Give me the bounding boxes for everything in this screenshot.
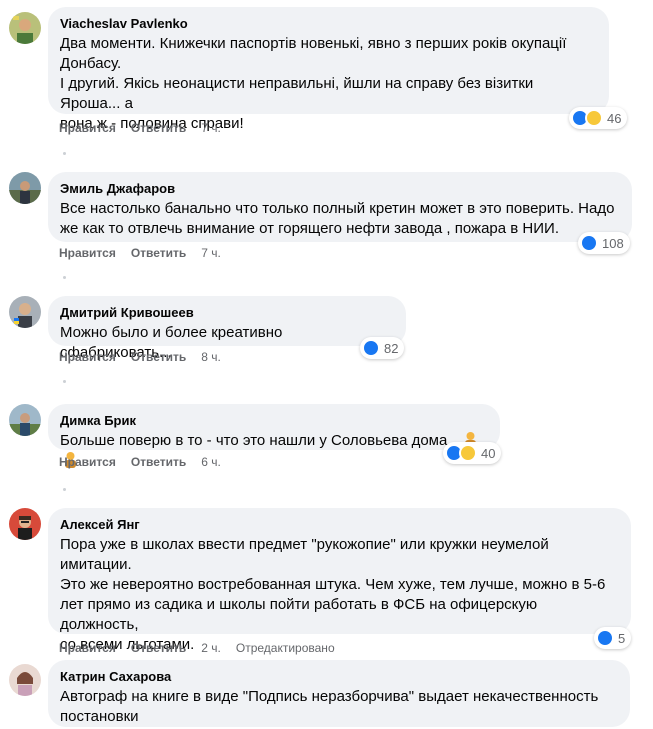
comment-bubble: Viacheslav Pavlenko Два моменти. Книжечк…	[48, 7, 609, 132]
comment-timestamp[interactable]: 7 ч.	[201, 120, 221, 136]
like-button[interactable]: Нравится	[59, 640, 116, 656]
avatar[interactable]	[9, 404, 41, 436]
reaction-count: 46	[607, 110, 622, 126]
comment-actions: Нравится Ответить 7 ч.	[59, 245, 221, 261]
comment-author[interactable]: Димка Брик	[60, 412, 488, 429]
avatar[interactable]	[9, 296, 41, 328]
reaction-count: 82	[384, 340, 399, 356]
reply-button[interactable]: Ответить	[131, 120, 186, 136]
avatar[interactable]	[9, 12, 41, 44]
avatar[interactable]	[9, 508, 41, 540]
comment-bubble: Алексей Янг Пора уже в школах ввести пре…	[48, 508, 631, 653]
reactions-summary[interactable]: 5	[594, 627, 632, 649]
comment-actions: Нравится Ответить 7 ч.	[59, 120, 221, 136]
reply-button[interactable]: Ответить	[131, 245, 186, 261]
thread-divider	[63, 488, 66, 491]
reaction-count: 40	[481, 445, 496, 461]
comment-actions: Нравится Ответить 8 ч.	[59, 349, 221, 365]
reply-button[interactable]: Ответить	[131, 454, 186, 470]
like-button[interactable]: Нравится	[59, 454, 116, 470]
haha-icon	[585, 109, 603, 127]
comment-text: Все настолько банально что только полный…	[60, 200, 615, 237]
reaction-count: 108	[602, 235, 624, 251]
comment-bubble: Димка Брик Больше поверю в то - что это …	[48, 404, 500, 468]
like-button[interactable]: Нравится	[59, 245, 116, 261]
reactions-summary[interactable]: 108	[578, 232, 630, 254]
comment-timestamp[interactable]: 6 ч.	[201, 454, 221, 470]
comment-author[interactable]: Эмиль Джафаров	[60, 180, 620, 197]
thread-divider	[63, 276, 66, 279]
comment-timestamp[interactable]: 2 ч.	[201, 640, 221, 656]
comment-bubble: Дмитрий Кривошеев Можно было и более кре…	[48, 296, 406, 361]
comment-author[interactable]: Алексей Янг	[60, 516, 619, 533]
comment-actions: Нравится Ответить 6 ч.	[59, 454, 221, 470]
comment-author[interactable]: Viacheslav Pavlenko	[60, 15, 597, 32]
edited-label[interactable]: Отредактировано	[236, 640, 335, 656]
comment-text: Пора уже в школах ввести предмет "рукожо…	[60, 536, 606, 653]
reaction-count: 5	[618, 630, 626, 646]
avatar[interactable]	[9, 172, 41, 204]
reactions-summary[interactable]: 82	[360, 337, 405, 359]
comment-author[interactable]: Катрин Сахарова	[60, 668, 618, 685]
like-icon	[362, 339, 380, 357]
thread-divider	[63, 152, 66, 155]
like-icon	[596, 629, 614, 647]
like-button[interactable]: Нравится	[59, 349, 116, 365]
reactions-summary[interactable]: 46	[569, 107, 628, 129]
comment-text: Два моменти. Книжечки паспортів новенькі…	[60, 35, 567, 132]
comment-bubble: Эмиль Джафаров Все настолько банально чт…	[48, 172, 632, 242]
comment-timestamp[interactable]: 8 ч.	[201, 349, 221, 365]
like-button[interactable]: Нравится	[59, 120, 116, 136]
comment-text-body: Больше поверю в то - что это нашли у Сол…	[60, 432, 460, 449]
comment-author[interactable]: Дмитрий Кривошеев	[60, 304, 394, 321]
avatar[interactable]	[9, 664, 41, 696]
reply-button[interactable]: Ответить	[131, 640, 186, 656]
haha-icon	[459, 444, 477, 462]
reactions-summary[interactable]: 40	[443, 442, 502, 464]
comment-text: Автограф на книге в виде "Подпись неразб…	[60, 688, 599, 725]
like-icon	[580, 234, 598, 252]
comment-bubble: Катрин Сахарова Автограф на книге в виде…	[48, 660, 630, 727]
comment-actions: Нравится Ответить 2 ч. Отредактировано	[59, 640, 335, 656]
thread-divider	[63, 380, 66, 383]
reply-button[interactable]: Ответить	[131, 349, 186, 365]
comment-timestamp[interactable]: 7 ч.	[201, 245, 221, 261]
